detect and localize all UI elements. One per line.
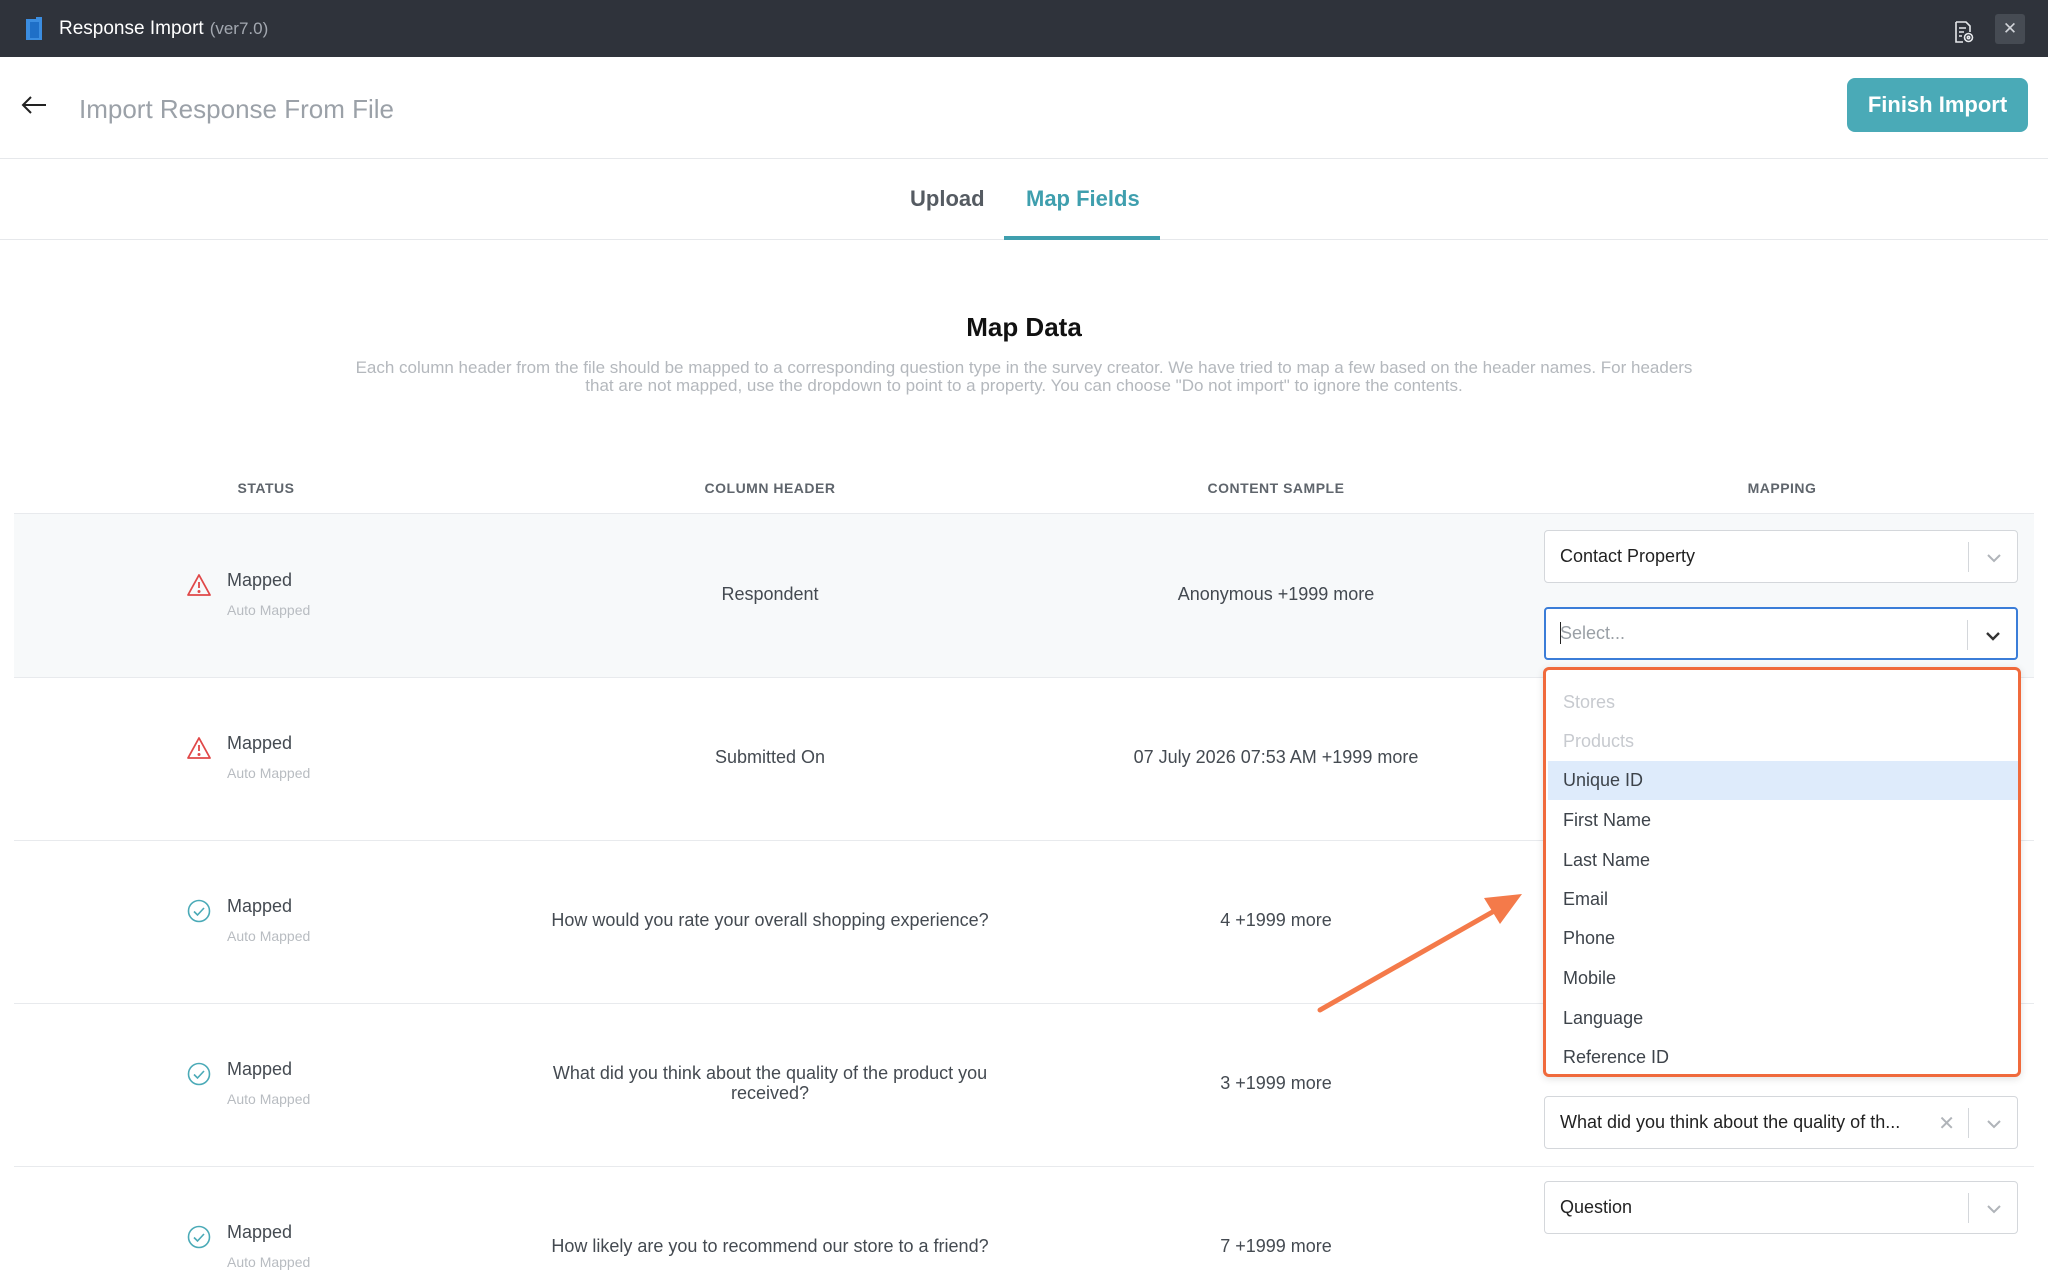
check-circle-icon <box>187 1225 211 1249</box>
app-logo-icon <box>26 17 42 40</box>
column-header-status: STATUS <box>237 480 295 496</box>
content-sample-cell: 07 July 2026 07:53 AM +1999 more <box>1133 747 1419 767</box>
status-label: Mapped <box>227 1059 293 1079</box>
column-header-cell: How would you rate your overall shopping… <box>551 910 989 930</box>
chevron-down-icon[interactable] <box>1984 548 2004 568</box>
status-label: Mapped <box>227 570 293 590</box>
tab-upload[interactable]: Upload <box>910 186 985 212</box>
title-bar: Response Import (ver7.0) ✕ <box>0 0 2048 57</box>
tab-bar: Upload Map Fields <box>0 159 2048 240</box>
description-line-1: Each column header from the file should … <box>355 358 1693 377</box>
active-tab-indicator <box>1004 236 1160 240</box>
app-title: Response Import (ver7.0) <box>59 18 268 40</box>
column-header-line-1: What did you think about the quality of … <box>552 1063 988 1083</box>
section-title: Map Data <box>966 312 1082 342</box>
dropdown-option-email[interactable]: Email <box>1548 880 2018 919</box>
column-header-cell: Submitted On <box>714 747 826 767</box>
mapping-value-text: What did you think about the quality of … <box>1560 1112 1901 1132</box>
select-separator <box>1968 1108 1969 1138</box>
column-header-line-2: received? <box>730 1083 810 1103</box>
status-label: Mapped <box>227 896 293 916</box>
chevron-down-icon[interactable] <box>1984 1199 2004 1219</box>
mapping-value-select[interactable]: Select... <box>1544 607 2018 660</box>
finish-import-button[interactable]: Finish Import <box>1847 78 2028 132</box>
dropdown-option-last-name[interactable]: Last Name <box>1548 841 2018 880</box>
mapping-type-select[interactable]: Question <box>1544 1181 2018 1234</box>
section-description: Each column header from the file should … <box>310 359 1738 395</box>
check-circle-icon <box>187 1062 211 1086</box>
select-separator <box>1967 620 1968 650</box>
description-line-2: that are not mapped, use the dropdown to… <box>585 376 1463 395</box>
select-separator <box>1968 1193 1969 1223</box>
page-title: Import Response From File <box>79 94 394 124</box>
status-label: Mapped <box>227 733 293 753</box>
status-label: Mapped <box>227 1222 293 1242</box>
column-header-cell: Respondent <box>721 584 819 604</box>
dropdown-option-language[interactable]: Language <box>1548 999 2018 1038</box>
dropdown-option-unique-id[interactable]: Unique ID <box>1548 761 2018 800</box>
status-sub-label: Auto Mapped <box>227 765 311 781</box>
dropdown-option-reference-id[interactable]: Reference ID <box>1548 1038 2018 1077</box>
close-window-button[interactable]: ✕ <box>1995 14 2025 44</box>
status-sub-label: Auto Mapped <box>227 602 311 618</box>
dropdown-option-phone[interactable]: Phone <box>1548 919 2018 958</box>
content-sample-cell: 7 +1999 more <box>1220 1236 1332 1256</box>
dropdown-option-mobile[interactable]: Mobile <box>1548 959 2018 998</box>
status-sub-label: Auto Mapped <box>227 1254 311 1270</box>
warning-icon <box>187 737 211 759</box>
column-header-cell: How likely are you to recommend our stor… <box>551 1236 989 1256</box>
status-sub-label: Auto Mapped <box>227 1091 311 1107</box>
mapping-value-select[interactable]: What did you think about the quality of … <box>1544 1096 2018 1149</box>
select-placeholder: Select... <box>1560 623 1626 643</box>
annotation-arrow-icon <box>1317 894 1522 1013</box>
mapping-type-value: Question <box>1560 1197 1633 1217</box>
status-sub-label: Auto Mapped <box>227 928 311 944</box>
dropdown-option-first-name[interactable]: First Name <box>1548 801 2018 840</box>
app-version: (ver7.0) <box>209 19 269 38</box>
mapping-type-select[interactable]: Contact Property <box>1544 530 2018 583</box>
tab-map-fields[interactable]: Map Fields <box>1026 186 1140 212</box>
back-arrow-icon[interactable] <box>20 93 48 117</box>
warning-icon <box>187 574 211 596</box>
chevron-down-icon[interactable] <box>1983 626 2003 646</box>
app-title-text: Response Import <box>59 18 204 39</box>
chevron-down-icon[interactable] <box>1984 1114 2004 1134</box>
document-settings-icon[interactable] <box>1951 20 1975 44</box>
dropdown-option-stores: Stores <box>1563 692 1616 712</box>
column-header-cell: What did you think about the quality of … <box>530 1063 1010 1103</box>
clear-icon[interactable]: ✕ <box>1938 1111 1955 1136</box>
column-header-content-sample: CONTENT SAMPLE <box>1207 480 1345 496</box>
page-header: Import Response From File Finish Import <box>0 57 2048 159</box>
content-sample-cell: Anonymous +1999 more <box>1177 584 1375 604</box>
select-separator <box>1968 542 1969 572</box>
column-header-column-header: COLUMN HEADER <box>704 480 836 496</box>
check-circle-icon <box>187 899 211 923</box>
dropdown-option-products: Products <box>1563 731 1635 751</box>
mapping-dropdown-menu: Stores Products Unique ID First Name Las… <box>1543 667 2021 1077</box>
mapping-type-value: Contact Property <box>1560 546 1696 566</box>
content-sample-cell: 3 +1999 more <box>1220 1073 1332 1093</box>
column-header-mapping: MAPPING <box>1747 480 1817 496</box>
